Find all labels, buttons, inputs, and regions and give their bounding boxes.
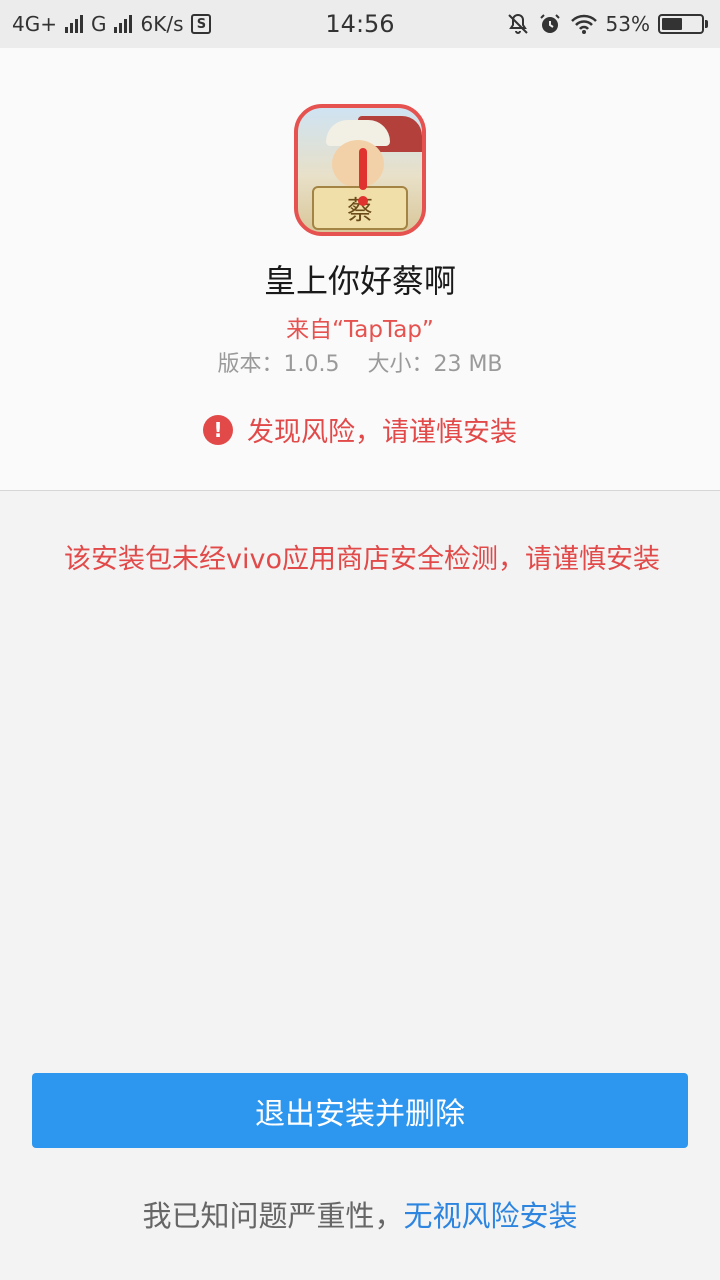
app-size: 大小：23 MB [367,352,503,377]
status-left: 4G+ G 6K/s S [12,12,212,36]
warning-mark-icon [359,148,367,190]
signal-icon [114,15,133,33]
network-type-4g: 4G+ [12,12,57,36]
notification-muted-icon [507,13,528,34]
network-speed: 6K/s [140,12,184,36]
risk-text: 发现风险，请谨慎安装 [247,417,517,448]
s-badge-icon: S [191,14,212,34]
alarm-icon [539,14,560,33]
app-name: 皇上你好蔡啊 [263,262,456,300]
app-version: 版本：1.0.5 [217,352,340,377]
ignore-risk-install-link[interactable]: 无视风险安装 [404,1199,578,1233]
battery-icon [658,14,708,34]
battery-percent: 53% [605,12,650,36]
signal-icon [64,15,83,33]
network-type-g: G [90,12,107,36]
wifi-icon [570,14,597,34]
status-bar: 4G+ G 6K/s S 14:56 53% [0,0,720,48]
app-source: 来自“TapTap” [286,317,434,343]
acknowledge-row: 我已知问题严重性，无视风险安装 [0,1193,720,1235]
acknowledge-text: 我已知问题严重性， [142,1199,404,1233]
status-right: 53% [506,12,708,36]
app-icon-scroll: 蔡 [312,186,408,230]
risk-notice: ! 发现风险，请谨慎安装 [0,410,720,449]
app-icon: 蔡 [294,104,426,236]
app-info-panel: 蔡 皇上你好蔡啊 来自“TapTap” 版本：1.0.5 大小：23 MB ! 发… [0,48,720,491]
battery-fill [662,18,683,30]
warning-message: 该安装包未经vivo应用商店安全检测，请谨慎安装 [64,544,660,575]
app-meta: 版本：1.0.5 大小：23 MB [0,346,720,378]
exclamation-icon: ! [203,414,233,445]
exit-and-delete-button[interactable]: 退出安装并删除 [32,1073,688,1148]
